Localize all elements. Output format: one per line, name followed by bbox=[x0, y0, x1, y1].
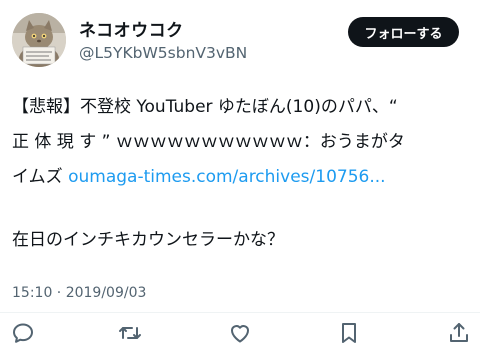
tweet-text-line-1: 【悲報】不登校 YouTuber ゆたぼん(10)のパパ、“ bbox=[12, 97, 398, 117]
share-icon bbox=[450, 323, 468, 342]
divider bbox=[0, 312, 480, 313]
tweet-comment: 在日のインチキカウンセラーかな？ bbox=[12, 230, 284, 250]
reply-button[interactable] bbox=[10, 320, 36, 346]
retweet-icon bbox=[119, 327, 141, 339]
follow-button[interactable]: フォローする bbox=[348, 17, 459, 47]
like-button[interactable] bbox=[227, 320, 253, 346]
bookmark-button[interactable] bbox=[336, 320, 362, 346]
tweet-timestamp[interactable]: 15:10 · 2019/09/03 bbox=[12, 285, 146, 301]
tweet-text-line-2: 正 体 現 す ” ｗｗｗｗｗｗｗｗｗｗｗ：おうまがタ bbox=[12, 132, 405, 152]
tweet-link[interactable]: oumaga-times.com/archives/10756... bbox=[68, 167, 385, 187]
avatar[interactable] bbox=[12, 13, 66, 67]
heart-icon bbox=[231, 325, 249, 343]
author-handle[interactable]: @L5YKbW5sbnV3vBN bbox=[79, 44, 247, 62]
retweet-button[interactable] bbox=[117, 320, 143, 346]
bookmark-icon bbox=[342, 323, 356, 343]
tweet-text-line-3: イムズ oumaga-times.com/archives/10756... bbox=[12, 167, 386, 187]
reply-icon bbox=[13, 323, 33, 343]
tweet-text-source: イムズ bbox=[12, 167, 69, 187]
share-button[interactable] bbox=[446, 320, 472, 346]
author-name[interactable]: ネコオウコク bbox=[79, 16, 184, 41]
cat-avatar-image bbox=[12, 13, 66, 67]
